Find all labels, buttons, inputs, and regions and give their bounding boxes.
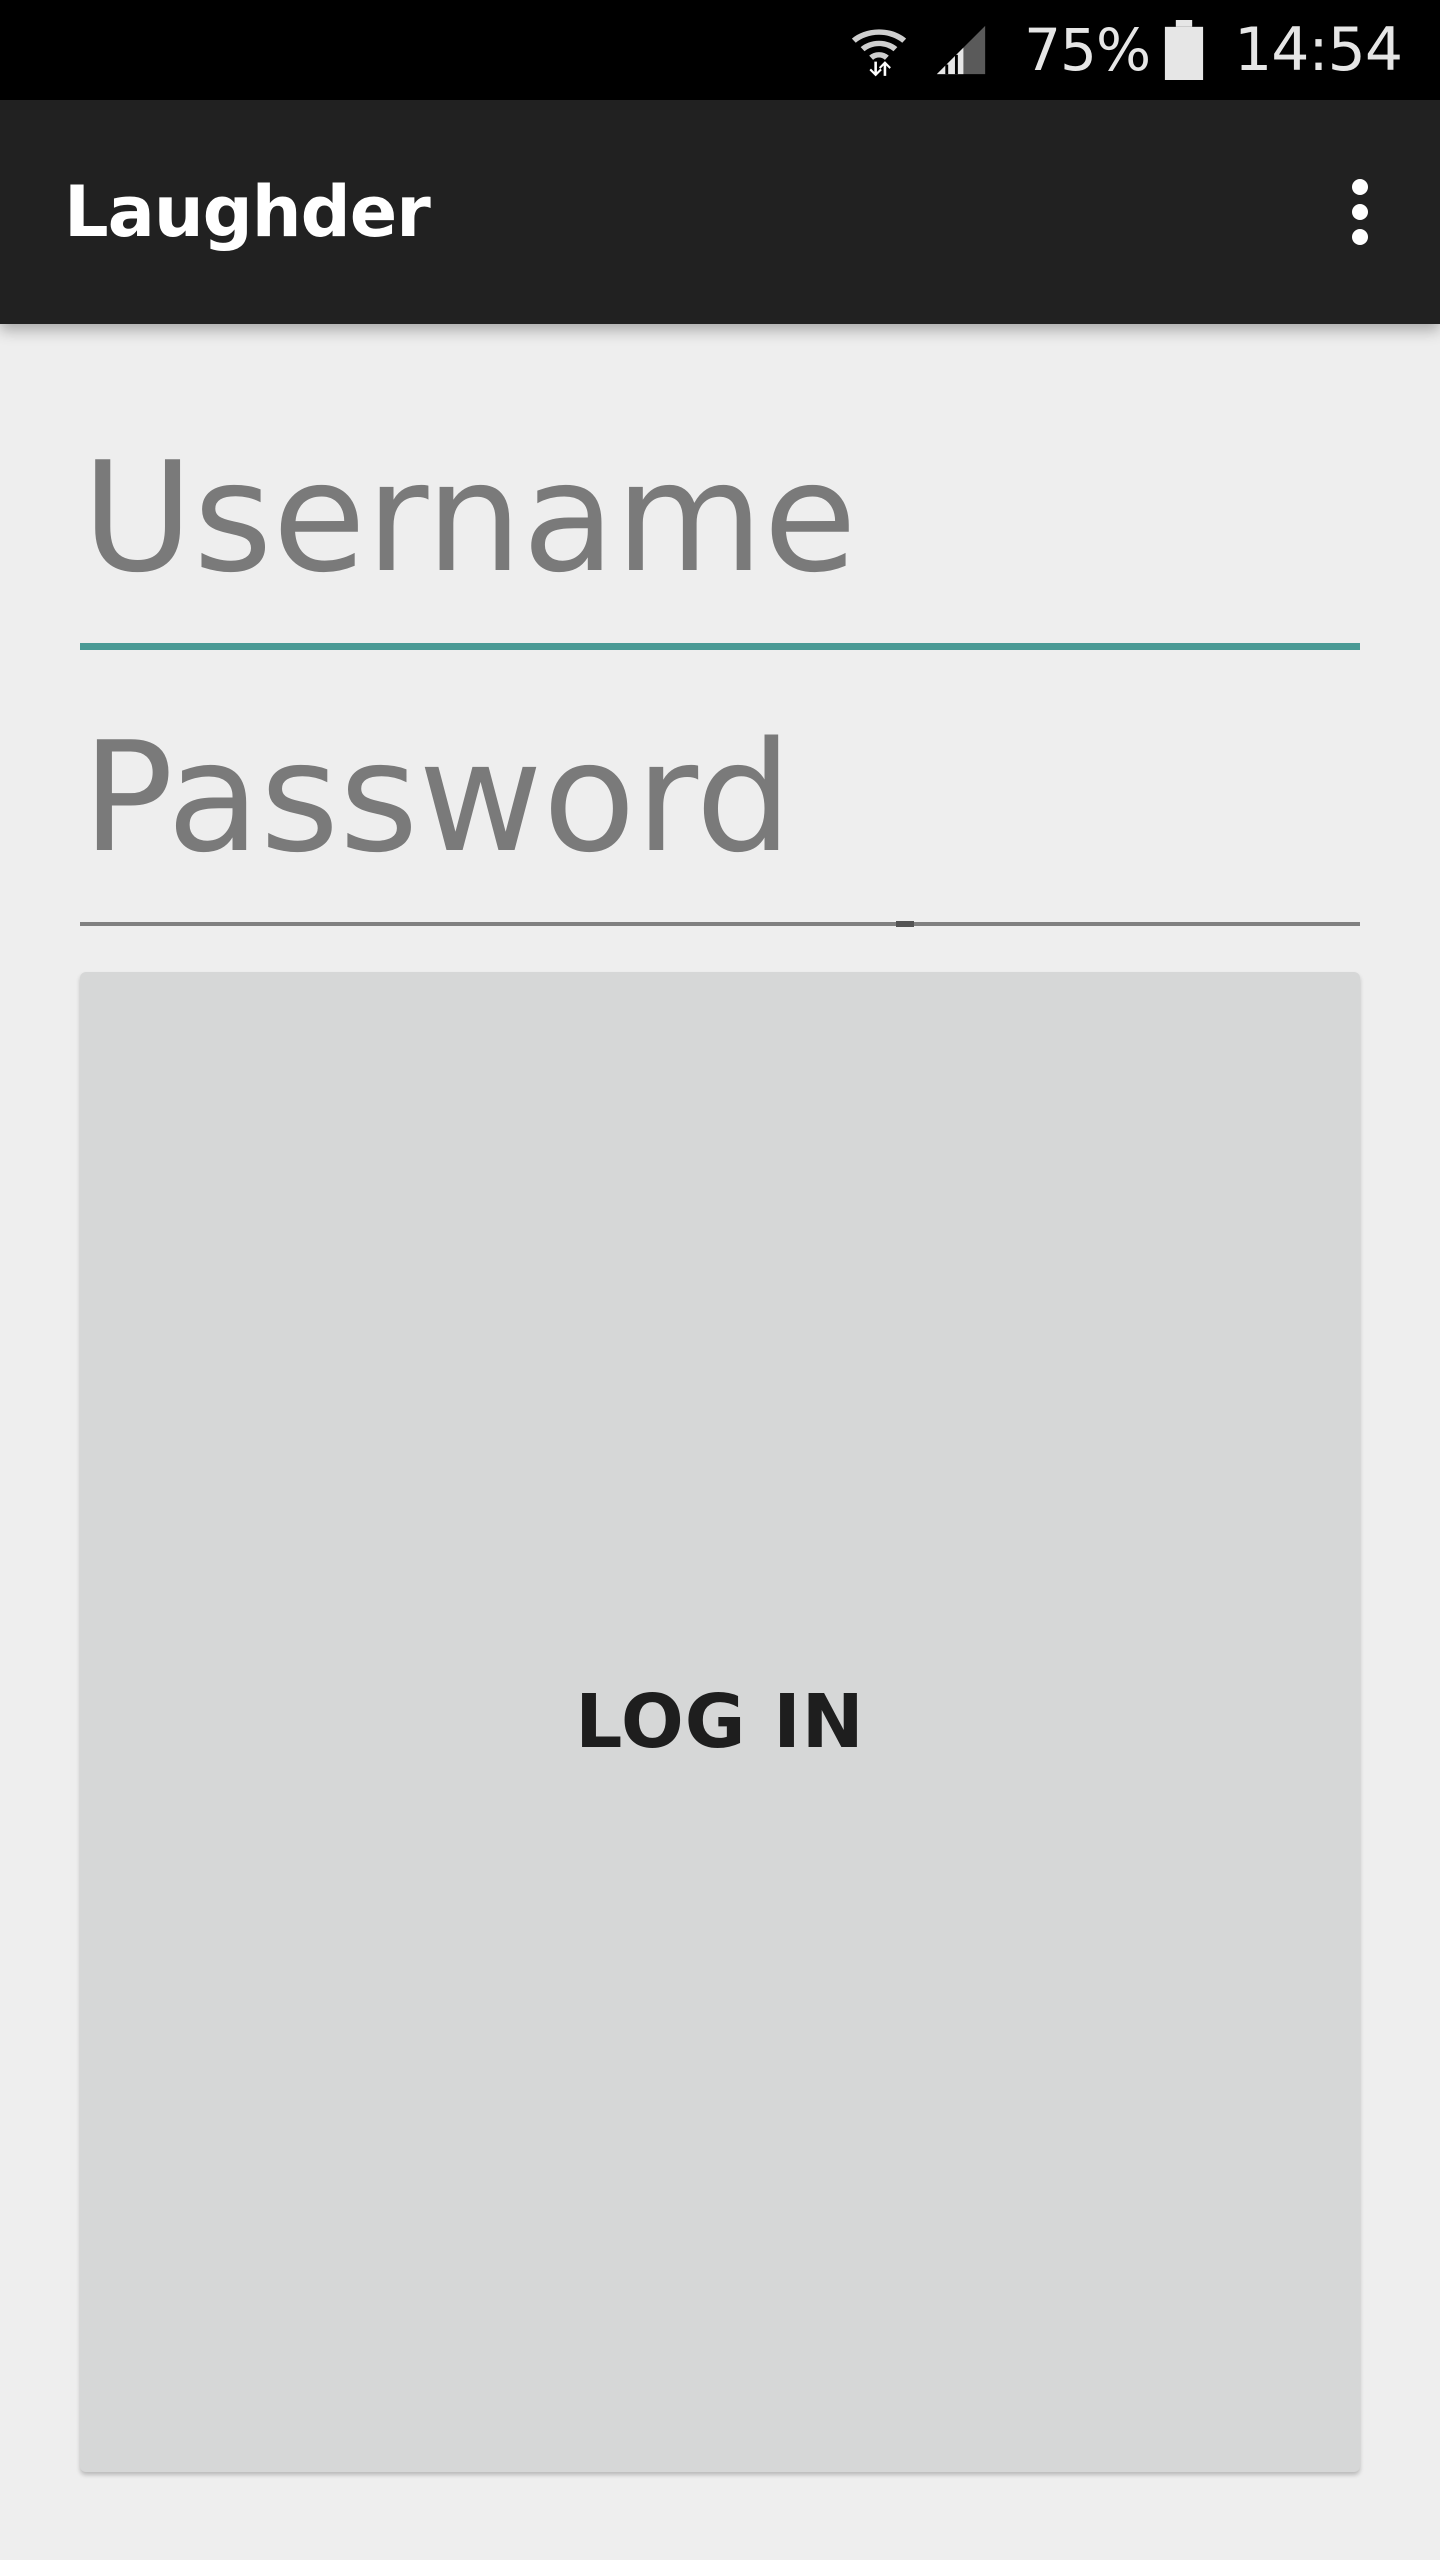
username-field-container [80,418,1360,618]
password-underline [80,922,1360,926]
battery-percentage: 75% [1024,16,1151,84]
login-button[interactable]: LOG IN [80,972,1360,2472]
password-field-container [80,698,1360,898]
app-toolbar: Laughder [0,100,1440,324]
password-input[interactable] [80,698,1360,898]
signal-icon [936,25,986,75]
overflow-menu-button[interactable] [1320,172,1400,252]
more-vert-icon [1352,179,1368,245]
text-cursor-handle [896,921,914,927]
app-title: Laughder [64,171,431,253]
wifi-icon [852,29,907,77]
login-button-label: LOG IN [575,1679,865,1765]
status-bar: 75% 14:54 [0,0,1440,100]
clock: 14:54 [1234,15,1403,85]
battery-icon [1164,20,1204,80]
username-input[interactable] [80,418,1360,618]
status-indicators: 75% 14:54 [848,0,1403,100]
username-underline [80,643,1360,650]
